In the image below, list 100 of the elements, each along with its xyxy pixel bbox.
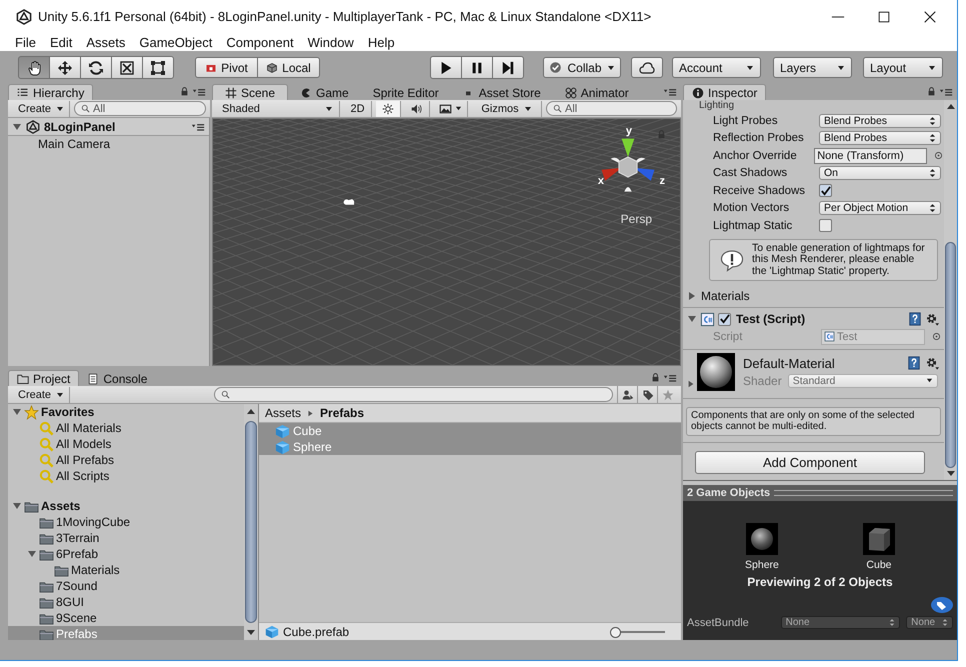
menu-icon[interactable] — [663, 86, 677, 96]
expand-arrow-icon[interactable] — [12, 122, 22, 132]
menu-icon[interactable] — [192, 86, 206, 96]
maximize-icon[interactable] — [877, 10, 891, 24]
search-field[interactable]: All — [74, 101, 206, 116]
enable-checkbox[interactable] — [718, 312, 731, 326]
tree-item[interactable]: Assets — [8, 498, 244, 514]
panel-tab[interactable]: Project — [8, 370, 80, 386]
menu-item[interactable]: GameObject — [132, 34, 220, 50]
tool-button[interactable] — [18, 56, 50, 79]
gear-icon[interactable] — [925, 312, 940, 326]
slider-thumb[interactable] — [610, 626, 621, 638]
menu-icon[interactable] — [663, 372, 677, 382]
property-dropdown[interactable]: Blend Probes — [819, 114, 941, 128]
search-field[interactable]: All — [546, 101, 677, 116]
tree-item[interactable]: All Scripts — [8, 468, 244, 484]
tree-item[interactable]: All Materials — [8, 420, 244, 436]
breadcrumb-item[interactable]: Prefabs — [320, 406, 364, 420]
gizmos-dropdown[interactable]: Gizmos — [472, 100, 542, 116]
property-dropdown[interactable]: On — [819, 166, 941, 180]
tree-item[interactable]: All Models — [8, 436, 244, 452]
play-button[interactable] — [430, 56, 462, 79]
projection-label[interactable]: Persp — [620, 212, 652, 226]
panel-tab[interactable]: Inspector — [683, 84, 766, 100]
object-picker-icon[interactable] — [933, 150, 944, 162]
search-input[interactable]: All — [565, 102, 670, 114]
menu-item[interactable]: Help — [360, 34, 402, 50]
panel-tab[interactable]: Game — [288, 85, 361, 100]
panel-tab[interactable]: Console — [79, 371, 156, 386]
object-field[interactable]: None (Transform) — [814, 148, 927, 164]
tree-item[interactable]: 9Scene — [8, 610, 244, 626]
menu-icon[interactable] — [191, 122, 205, 131]
expand-arrow-icon[interactable] — [687, 291, 697, 301]
scene-row[interactable]: 8LoginPanel — [8, 118, 209, 136]
tree-item[interactable]: Favorites — [8, 404, 244, 420]
handle-button[interactable]: Pivot — [195, 57, 258, 78]
draw-mode-dropdown[interactable]: Shaded — [216, 100, 340, 116]
tool-button[interactable] — [80, 56, 112, 79]
close-icon[interactable] — [923, 10, 937, 24]
menu-item[interactable]: File — [8, 34, 43, 50]
tree-item[interactable]: 1MovingCube — [8, 514, 244, 530]
account-dropdown[interactable]: Account — [672, 57, 761, 78]
menu-item[interactable]: Window — [300, 34, 361, 50]
layout-dropdown[interactable]: Layout — [863, 57, 943, 78]
variant-dropdown[interactable]: None — [906, 616, 953, 629]
panel-tab[interactable]: Scene — [212, 84, 288, 100]
panel-tab[interactable]: Hierarchy — [8, 84, 94, 100]
expand-arrow-icon[interactable] — [687, 380, 695, 388]
object-picker-icon[interactable] — [931, 331, 942, 342]
handle-button[interactable]: Local — [257, 57, 320, 78]
drag-handle[interactable] — [774, 490, 953, 496]
help-book-icon[interactable] — [908, 312, 922, 326]
scrollbar-thumb[interactable] — [945, 242, 956, 468]
search-field[interactable] — [214, 387, 613, 402]
scrollbar-thumb[interactable] — [245, 421, 257, 623]
add-component-button[interactable]: Add Component — [695, 450, 925, 474]
property-dropdown[interactable]: Blend Probes — [819, 131, 941, 146]
panel-tab[interactable]: Asset Store — [450, 85, 553, 100]
tool-button[interactable] — [142, 56, 174, 79]
expand-arrow-icon[interactable] — [12, 501, 22, 511]
step-button[interactable] — [492, 56, 524, 79]
checkbox[interactable] — [819, 219, 832, 232]
expand-arrow-icon[interactable] — [27, 549, 37, 559]
tree-item[interactable]: 6Prefab — [8, 546, 244, 562]
tree-item[interactable]: All Prefabs — [8, 452, 244, 468]
tree-item[interactable]: 3Terrain — [8, 530, 244, 546]
lighting-toggle[interactable] — [376, 100, 401, 116]
help-book-icon[interactable] — [907, 356, 921, 370]
tree-item[interactable]: 7Sound — [8, 578, 244, 594]
tag-icon[interactable] — [931, 597, 953, 613]
collab-button[interactable]: Collab — [543, 57, 621, 78]
panel-tab[interactable]: Sprite Editor — [360, 85, 451, 100]
panel-tab[interactable]: Animator — [552, 85, 641, 100]
unity-logo-icon — [16, 8, 32, 24]
pause-button[interactable] — [461, 56, 493, 79]
shader-dropdown[interactable]: Standard — [788, 374, 938, 388]
menu-item[interactable]: Assets — [79, 34, 132, 50]
expand-arrow-icon[interactable] — [12, 407, 22, 417]
tree-item[interactable]: Materials — [8, 562, 244, 578]
breadcrumb-item[interactable]: Assets — [265, 406, 302, 420]
tree-item[interactable]: 8GUI — [8, 594, 244, 610]
asset-bundle-dropdown[interactable]: None — [780, 616, 900, 629]
section-header[interactable]: Lighting — [683, 100, 944, 112]
checkbox[interactable] — [819, 184, 832, 198]
foldout-label[interactable]: Materials — [701, 289, 750, 303]
create-dropdown[interactable]: Create — [12, 386, 70, 402]
layers-dropdown[interactable]: Layers — [773, 57, 852, 78]
2d-toggle[interactable]: 2D — [344, 100, 372, 116]
menu-icon[interactable] — [939, 86, 953, 96]
tool-button[interactable] — [49, 56, 81, 79]
menu-item[interactable]: Component — [219, 34, 301, 50]
expand-arrow-icon[interactable] — [687, 314, 697, 324]
cloud-button[interactable] — [631, 57, 663, 78]
create-dropdown[interactable]: Create — [12, 100, 70, 116]
property-dropdown[interactable]: Per Object Motion — [819, 201, 941, 216]
gear-icon[interactable] — [925, 356, 940, 370]
search-input[interactable]: All — [93, 102, 199, 114]
tool-button[interactable] — [111, 56, 143, 79]
hierarchy-item[interactable]: Main Camera — [8, 136, 209, 152]
menu-item[interactable]: Edit — [42, 34, 80, 50]
